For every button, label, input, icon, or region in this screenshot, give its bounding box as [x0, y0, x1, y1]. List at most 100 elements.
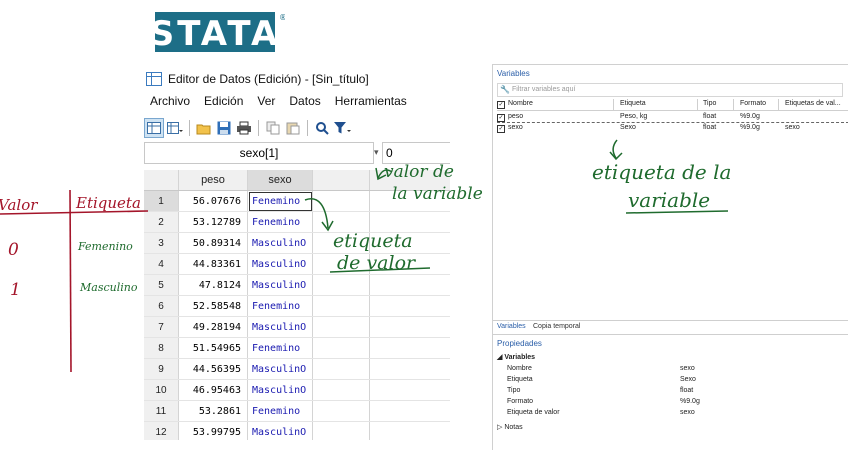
cell-empty[interactable]	[369, 316, 450, 338]
cell-peso[interactable]: 44.83361	[178, 253, 248, 275]
cell-empty[interactable]	[312, 358, 370, 380]
cell-sexo[interactable]: Fenemino	[247, 190, 313, 212]
column-nombre[interactable]: Nombre	[508, 100, 533, 107]
data-browser-icon[interactable]	[166, 119, 184, 137]
tab-copia-temporal[interactable]: Copia temporal	[533, 323, 580, 330]
cell-sexo[interactable]: Fenemino	[247, 295, 313, 317]
row-number[interactable]: 3	[144, 232, 179, 254]
cell-empty[interactable]	[312, 400, 370, 422]
row-number[interactable]: 12	[144, 421, 179, 440]
column-header-empty[interactable]	[312, 170, 370, 191]
properties-section-variables[interactable]: ◢ Variables	[497, 353, 535, 361]
column-divider[interactable]	[778, 99, 779, 110]
menu-edicion[interactable]: Edición	[204, 94, 243, 114]
cell-sexo[interactable]: MasculinO	[247, 232, 313, 254]
table-row[interactable]: 5 47.8124 MasculinO	[144, 274, 450, 296]
row-number[interactable]: 5	[144, 274, 179, 296]
column-divider[interactable]	[613, 99, 614, 110]
row-number[interactable]: 10	[144, 379, 179, 401]
cell-sexo[interactable]: MasculinO	[247, 358, 313, 380]
column-divider[interactable]	[733, 99, 734, 110]
cell-value-field[interactable]: 0	[382, 142, 450, 164]
column-divider[interactable]	[697, 99, 698, 110]
tab-variables[interactable]: Variables	[497, 323, 526, 330]
column-etiquetas-de-valor[interactable]: Etiquetas de val...	[785, 100, 841, 107]
cell-peso[interactable]: 51.54965	[178, 337, 248, 359]
row-number[interactable]: 7	[144, 316, 179, 338]
cell-peso[interactable]: 53.2861	[178, 400, 248, 422]
cell-sexo[interactable]: MasculinO	[247, 253, 313, 275]
table-row[interactable]: 7 49.28194 MasculinO	[144, 316, 450, 338]
cell-sexo[interactable]: MasculinO	[247, 274, 313, 296]
cell-empty[interactable]	[369, 400, 450, 422]
menu-datos[interactable]: Datos	[289, 94, 320, 114]
cell-peso[interactable]: 50.89314	[178, 232, 248, 254]
prop-value[interactable]: sexo	[680, 365, 695, 372]
cell-sexo[interactable]: Fenemino	[247, 337, 313, 359]
open-folder-icon[interactable]	[195, 119, 213, 137]
cell-peso[interactable]: 47.8124	[178, 274, 248, 296]
row-number[interactable]: 8	[144, 337, 179, 359]
prop-value[interactable]: Sexo	[680, 376, 696, 383]
cell-empty[interactable]	[312, 316, 370, 338]
table-row[interactable]: 6 52.58548 Fenemino	[144, 295, 450, 317]
cell-empty[interactable]	[369, 274, 450, 296]
menu-herramientas[interactable]: Herramientas	[335, 94, 407, 114]
cell-empty[interactable]	[312, 274, 370, 296]
save-icon[interactable]	[215, 119, 233, 137]
cell-empty[interactable]	[369, 421, 450, 440]
row-number[interactable]: 6	[144, 295, 179, 317]
menu-ver[interactable]: Ver	[257, 94, 275, 114]
data-editor-icon[interactable]	[144, 118, 164, 138]
cell-peso[interactable]: 44.56395	[178, 358, 248, 380]
cell-empty[interactable]	[312, 379, 370, 401]
filter-icon[interactable]	[333, 119, 351, 137]
table-row[interactable]: 9 44.56395 MasculinO	[144, 358, 450, 380]
cell-sexo[interactable]: Fenemino	[247, 400, 313, 422]
row-number[interactable]: 1	[144, 190, 179, 212]
column-header-peso[interactable]: peso	[178, 170, 248, 191]
prop-value[interactable]: %9.0g	[680, 398, 700, 405]
table-row[interactable]: 11 53.2861 Fenemino	[144, 400, 450, 422]
cell-sexo[interactable]: Fenemino	[247, 211, 313, 233]
cell-empty[interactable]	[369, 337, 450, 359]
cell-peso[interactable]: 53.99795	[178, 421, 248, 440]
menu-archivo[interactable]: Archivo	[150, 94, 190, 114]
cell-empty[interactable]	[312, 190, 370, 212]
prop-value[interactable]: sexo	[680, 409, 695, 416]
corner-header[interactable]	[144, 170, 179, 191]
row-number[interactable]: 2	[144, 211, 179, 233]
copy-icon[interactable]	[264, 119, 282, 137]
cell-sexo[interactable]: MasculinO	[247, 379, 313, 401]
column-etiqueta[interactable]: Etiqueta	[620, 100, 646, 107]
cell-peso[interactable]: 52.58548	[178, 295, 248, 317]
search-icon[interactable]	[313, 119, 331, 137]
cell-empty[interactable]	[369, 358, 450, 380]
cell-empty[interactable]	[369, 295, 450, 317]
table-row[interactable]: 12 53.99795 MasculinO	[144, 421, 450, 440]
filter-variables-input[interactable]: 🔧 Filtrar variables aquí	[497, 83, 843, 97]
cell-empty[interactable]	[312, 337, 370, 359]
column-tipo[interactable]: Tipo	[703, 100, 716, 107]
cell-empty[interactable]	[312, 295, 370, 317]
column-formato[interactable]: Formato	[740, 100, 766, 107]
cell-empty[interactable]	[369, 379, 450, 401]
cell-empty[interactable]	[312, 421, 370, 440]
cell-reference-field[interactable]: sexo[1]	[144, 142, 374, 164]
wrench-icon[interactable]: 🔧	[500, 85, 510, 94]
cell-peso[interactable]: 56.07676	[178, 190, 248, 212]
paste-icon[interactable]	[284, 119, 302, 137]
cell-sexo[interactable]: MasculinO	[247, 316, 313, 338]
row-number[interactable]: 9	[144, 358, 179, 380]
row-number[interactable]: 11	[144, 400, 179, 422]
variable-row-peso[interactable]: ✓ peso Peso, kg float %9.0g	[497, 112, 848, 123]
print-icon[interactable]	[235, 119, 253, 137]
cell-peso[interactable]: 46.95463	[178, 379, 248, 401]
variable-row-sexo[interactable]: ✓ sexo Sexo float %9.0g sexo	[497, 123, 848, 133]
cell-peso[interactable]: 53.12789	[178, 211, 248, 233]
table-row[interactable]: 10 46.95463 MasculinO	[144, 379, 450, 401]
cell-peso[interactable]: 49.28194	[178, 316, 248, 338]
properties-section-notas[interactable]: ▷ Notas	[497, 423, 523, 431]
cell-sexo[interactable]: MasculinO	[247, 421, 313, 440]
row-number[interactable]: 4	[144, 253, 179, 275]
